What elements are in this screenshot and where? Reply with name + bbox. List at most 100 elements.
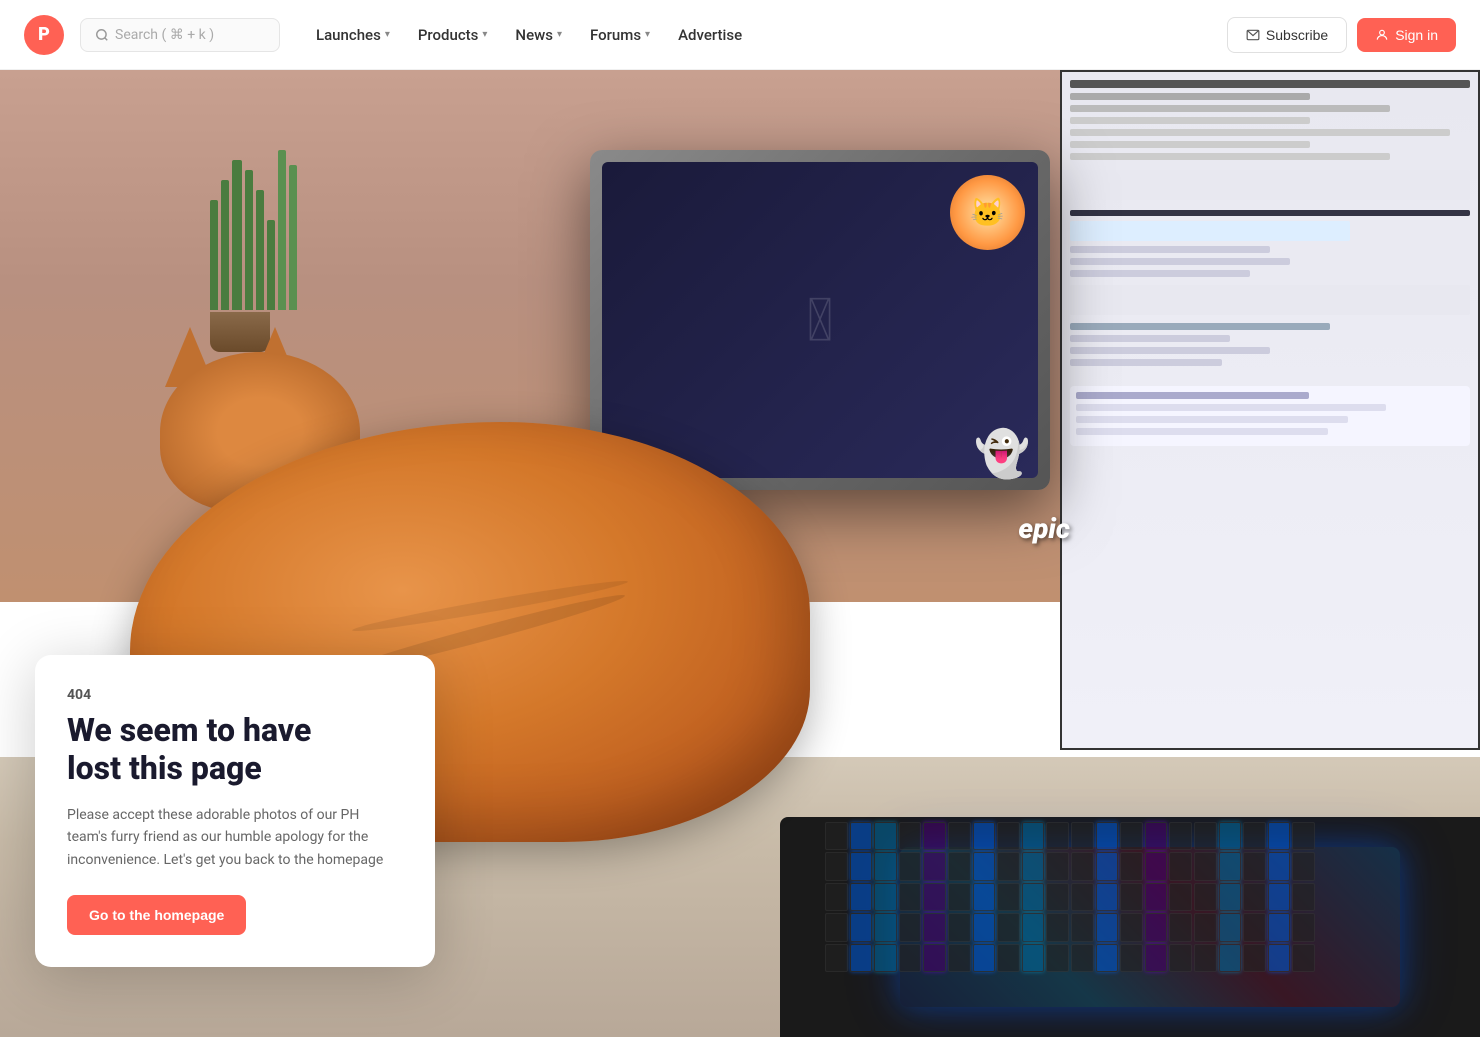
- keyboard-key: [1219, 822, 1242, 850]
- subscribe-label: Subscribe: [1266, 27, 1328, 43]
- keyboard-key: [825, 944, 848, 972]
- keyboard-key: [923, 944, 946, 972]
- screen-line: [1070, 323, 1330, 330]
- error-title-line1: We seem to have: [67, 711, 311, 749]
- nav-item-news[interactable]: News ▾: [503, 18, 574, 52]
- keyboard-key: [1145, 883, 1168, 911]
- keyboard-key: [1096, 913, 1119, 941]
- grass-blade: [221, 180, 229, 310]
- grass-blade: [232, 160, 242, 310]
- screen-line: [1070, 153, 1390, 160]
- subscribe-button[interactable]: Subscribe: [1227, 17, 1347, 53]
- keyboard-key: [973, 822, 996, 850]
- keyboard-key: [1268, 913, 1291, 941]
- screen-line: [1076, 428, 1328, 435]
- keyboard-key: [948, 913, 971, 941]
- logo-letter: P: [38, 24, 50, 45]
- keyboard-key: [1046, 913, 1069, 941]
- grass-blade: [256, 190, 264, 310]
- keyboard-key: [1268, 883, 1291, 911]
- keyboard-key: [948, 883, 971, 911]
- chevron-down-icon: ▾: [482, 29, 487, 40]
- keyboard-key: [874, 913, 897, 941]
- keyboard-key: [997, 822, 1020, 850]
- search-icon: [95, 28, 109, 42]
- keyboard-key: [1194, 852, 1217, 880]
- search-placeholder: Search ( ⌘ + k ): [115, 27, 214, 43]
- screen-line: [1070, 105, 1390, 112]
- user-icon: [1375, 28, 1389, 42]
- keyboard-key: [1169, 852, 1192, 880]
- keyboard-key: [825, 883, 848, 911]
- keyboard-key: [899, 852, 922, 880]
- keyboard-key: [874, 944, 897, 972]
- keyboard-key: [923, 852, 946, 880]
- error-card: 404 We seem to have lost this page Pleas…: [35, 655, 435, 967]
- screen-line: [1070, 93, 1310, 100]
- nav-item-launches[interactable]: Launches ▾: [304, 18, 402, 52]
- nav-item-products[interactable]: Products ▾: [406, 18, 500, 52]
- screen-line: [1076, 404, 1386, 411]
- keyboard-key: [1046, 822, 1069, 850]
- keyboard-key: [1243, 852, 1266, 880]
- nav-label-launches: Launches: [316, 26, 381, 44]
- keyboard-key: [1169, 944, 1192, 972]
- keyboard-key: [1071, 944, 1094, 972]
- keyboard-key: [825, 913, 848, 941]
- keyboard-key: [850, 822, 873, 850]
- keyboard-key: [948, 852, 971, 880]
- screen-line: [1070, 270, 1250, 277]
- keyboard-key: [948, 944, 971, 972]
- screen-line: [1070, 210, 1470, 216]
- search-box[interactable]: Search ( ⌘ + k ): [80, 18, 280, 52]
- envelope-icon: [1246, 28, 1260, 42]
- logo[interactable]: P: [24, 15, 64, 55]
- keyboard-key: [997, 913, 1020, 941]
- keyboard-key: [997, 883, 1020, 911]
- keyboard-key: [1022, 852, 1045, 880]
- keyboard-key: [874, 822, 897, 850]
- signin-label: Sign in: [1395, 27, 1438, 43]
- keyboard-key: [1292, 883, 1315, 911]
- keyboard-key: [1120, 852, 1143, 880]
- screen-line: [1070, 170, 1470, 200]
- keyboard-key: [1292, 852, 1315, 880]
- keyboard-key: [948, 822, 971, 850]
- keyboard-key: [973, 913, 996, 941]
- grass-blade: [245, 170, 253, 310]
- chevron-down-icon: ▾: [385, 29, 390, 40]
- keyboard-key: [1046, 883, 1069, 911]
- keyboard-key: [1071, 883, 1094, 911]
- keyboard-key: [1219, 883, 1242, 911]
- keyboard-key: [1243, 913, 1266, 941]
- keyboard-key: [1169, 913, 1192, 941]
- epic-label: epic: [1018, 512, 1070, 545]
- error-title: We seem to have lost this page: [67, 711, 403, 788]
- keyboard-key: [1046, 852, 1069, 880]
- keyboard-key: [850, 852, 873, 880]
- screen-line: [1070, 258, 1290, 265]
- error-code: 404: [67, 687, 403, 703]
- keyboard-key: [1268, 852, 1291, 880]
- keyboard-key: [850, 944, 873, 972]
- keyboard-key: [874, 883, 897, 911]
- keyboard-key: [1194, 944, 1217, 972]
- go-to-homepage-button[interactable]: Go to the homepage: [67, 895, 246, 935]
- nav-label-news: News: [515, 26, 553, 44]
- nav-item-advertise[interactable]: Advertise: [666, 18, 754, 52]
- keyboard-key: [923, 913, 946, 941]
- keyboard-key: [874, 852, 897, 880]
- keyboard-keys: [825, 822, 1315, 972]
- keyboard-key: [923, 822, 946, 850]
- keyboard-key: [850, 913, 873, 941]
- nav-actions: Subscribe Sign in: [1227, 17, 1456, 53]
- apple-logo-icon: : [807, 285, 834, 356]
- screen-line: [1070, 117, 1310, 124]
- signin-button[interactable]: Sign in: [1357, 18, 1456, 52]
- screen-line: [1070, 80, 1470, 88]
- nav-item-forums[interactable]: Forums ▾: [578, 18, 662, 52]
- keyboard-key: [1022, 913, 1045, 941]
- keyboard-key: [1096, 822, 1119, 850]
- keyboard-key: [1120, 822, 1143, 850]
- keyboard-key: [1292, 944, 1315, 972]
